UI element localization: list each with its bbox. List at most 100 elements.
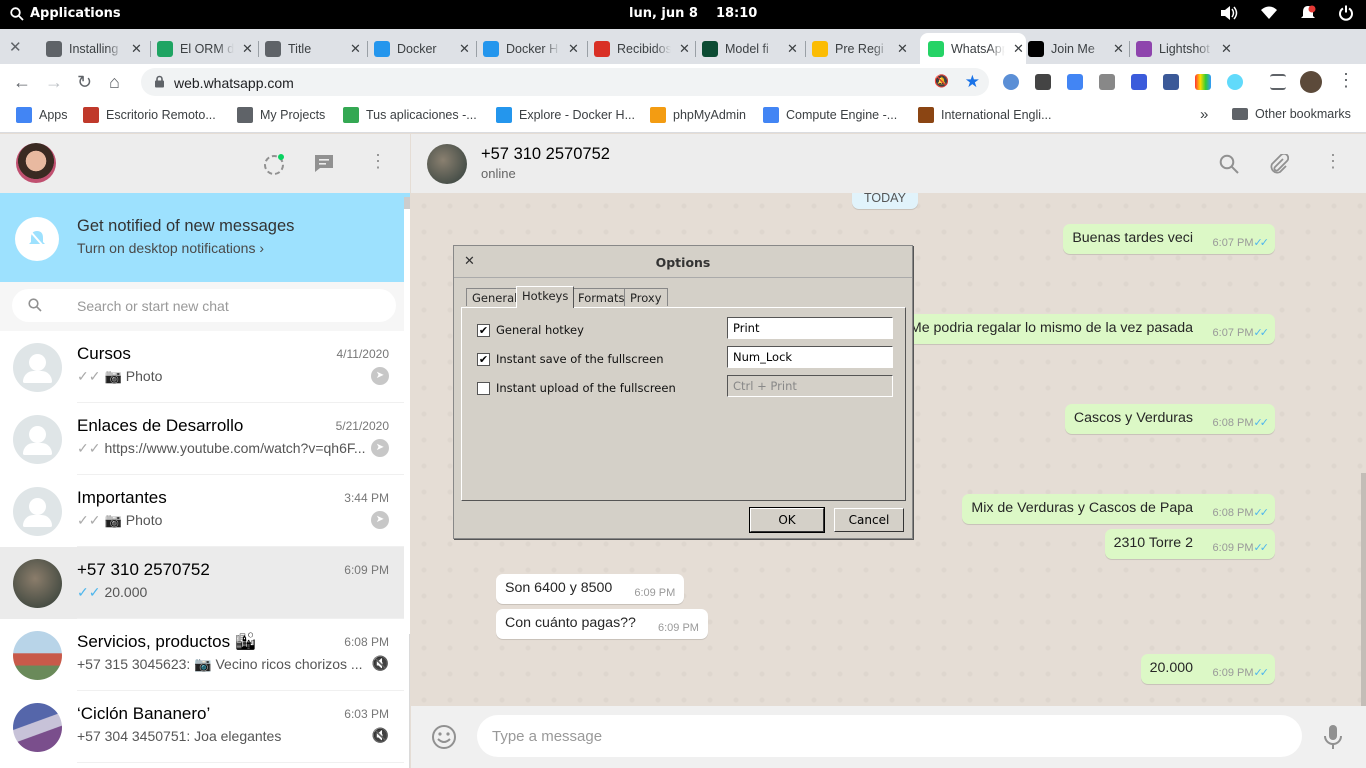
- close-icon[interactable]: ✕: [242, 41, 253, 57]
- close-icon[interactable]: ✕: [568, 41, 579, 57]
- wifi-icon[interactable]: [1260, 6, 1278, 20]
- notification-banner[interactable]: Get notified of new messages Turn on des…: [0, 193, 410, 282]
- tab-installing[interactable]: Installing ✕: [46, 33, 152, 64]
- incoming-message[interactable]: Con cuánto pagas?? 6:09 PM: [496, 609, 708, 639]
- incoming-message[interactable]: Son 6400 y 8500 6:09 PM: [496, 574, 685, 604]
- chat-list-item[interactable]: ‘Ciclón Bananero’ 6:03 PM +57 304 3450751:…: [0, 691, 404, 763]
- status-icon[interactable]: [262, 153, 286, 180]
- tab-proxy[interactable]: Proxy: [624, 288, 668, 306]
- chat-list-item[interactable]: +57 310 2570752 6:09 PM ✓✓ 20.000: [0, 547, 404, 619]
- search-input[interactable]: [77, 295, 377, 317]
- bookmark-phpmyadmin[interactable]: phpMyAdmin: [650, 107, 746, 123]
- avatar[interactable]: [427, 144, 467, 184]
- tab-whatsapp[interactable]: WhatsApp ✕: [920, 33, 1026, 64]
- bookmark-tus-aplicaciones[interactable]: Tus aplicaciones -...: [343, 107, 477, 123]
- bookmark-explore-docker-h[interactable]: Explore - Docker H...: [496, 107, 635, 123]
- hotkey-field[interactable]: Print: [727, 317, 893, 339]
- bookmark-my-projects[interactable]: My Projects: [237, 107, 325, 123]
- bookmark-international-engli[interactable]: International Engli...: [918, 107, 1052, 123]
- power-icon[interactable]: [1338, 5, 1354, 21]
- notification-bell-icon[interactable]: [1300, 5, 1316, 21]
- avatar[interactable]: [16, 143, 56, 183]
- bookmark-star-icon[interactable]: ★: [965, 72, 980, 92]
- clock[interactable]: lun, jun 8 18:10: [629, 6, 775, 21]
- extension-icon[interactable]: [1131, 74, 1147, 90]
- outgoing-message[interactable]: Cascos y Verduras 6:08 PM: [1064, 404, 1275, 434]
- close-icon[interactable]: ✕: [787, 41, 798, 57]
- bookmark-compute-engine[interactable]: Compute Engine -...: [763, 107, 897, 123]
- attach-icon[interactable]: [1269, 152, 1290, 177]
- avatar[interactable]: [1300, 71, 1322, 93]
- dialog-titlebar[interactable]: ✕ Options: [454, 246, 912, 278]
- close-icon[interactable]: ✕: [9, 38, 22, 56]
- ok-button[interactable]: OK: [749, 507, 825, 533]
- chat-list-scrollbar[interactable]: [404, 197, 410, 634]
- facebook-icon[interactable]: [1163, 74, 1179, 90]
- tab-general[interactable]: General: [466, 288, 524, 306]
- back-button[interactable]: ←: [13, 72, 31, 93]
- emoji-icon[interactable]: [431, 724, 457, 753]
- close-icon[interactable]: ✕: [679, 41, 690, 57]
- translate-icon[interactable]: [1067, 74, 1083, 90]
- hotkey-checkbox[interactable]: ✔: [477, 352, 490, 366]
- chat-list-item[interactable]: Enlaces de Desarrollo 5/21/2020 ✓✓ https://…: [0, 403, 404, 475]
- scrollbar-thumb[interactable]: [404, 197, 410, 209]
- tab-lightshot[interactable]: Lightshot ✕: [1136, 33, 1242, 64]
- tab-title[interactable]: Title ✕: [265, 33, 371, 64]
- tab-pre-regi[interactable]: Pre Regi ✕: [812, 33, 918, 64]
- tab-formats[interactable]: Formats: [572, 288, 631, 306]
- outgoing-message[interactable]: Mix de Verduras y Cascos de Papa 6:08 PM: [962, 494, 1275, 524]
- close-icon[interactable]: ✕: [350, 41, 361, 57]
- close-icon[interactable]: ✕: [897, 41, 908, 57]
- hotkey-checkbox[interactable]: [477, 381, 490, 395]
- tab-recibidos[interactable]: Recibidos ✕: [594, 33, 700, 64]
- react-devtools-icon[interactable]: [1227, 74, 1243, 90]
- close-icon[interactable]: ✕: [459, 41, 470, 57]
- message-input[interactable]: [492, 725, 1272, 747]
- chat-list-item[interactable]: Importantes 3:44 PM ✓✓ 📷 Photo ➤: [0, 475, 404, 547]
- home-button[interactable]: ⌂: [109, 72, 120, 93]
- blocked-notifications-icon[interactable]: 🔕: [934, 74, 949, 88]
- chat-list-item[interactable]: Servicios, productos 🏙 6:08 PM +57 315 304…: [0, 619, 404, 691]
- extension-icon[interactable]: [1003, 74, 1019, 90]
- tab-join-me[interactable]: Join Me ✕: [1028, 33, 1134, 64]
- close-icon[interactable]: ✕: [1013, 41, 1024, 57]
- outgoing-message[interactable]: 2310 Torre 2 6:09 PM: [1104, 529, 1275, 559]
- microphone-icon[interactable]: [1323, 724, 1343, 753]
- cancel-button[interactable]: Cancel: [834, 508, 904, 532]
- menu-icon[interactable]: ⋮: [369, 151, 387, 172]
- tab-hotkeys[interactable]: Hotkeys: [516, 286, 575, 308]
- color-picker-icon[interactable]: [1195, 74, 1211, 90]
- browser-menu-icon[interactable]: ⋮: [1337, 70, 1355, 91]
- enable-notifications-link[interactable]: Turn on desktop notifications ›: [77, 240, 264, 256]
- volume-icon[interactable]: [1220, 5, 1238, 21]
- lock-icon[interactable]: [154, 75, 165, 91]
- tab-model-fi[interactable]: Model fi ✕: [702, 33, 808, 64]
- chat-list-item[interactable]: Cursos 4/11/2020 ✓✓ 📷 Photo ➤: [0, 331, 404, 403]
- outgoing-message[interactable]: 20.000 6:09 PM: [1140, 654, 1275, 684]
- hotkey-checkbox[interactable]: ✔: [477, 323, 490, 337]
- other-bookmarks-folder[interactable]: Other bookmarks: [1232, 107, 1351, 121]
- media-control-icon[interactable]: [1270, 74, 1286, 90]
- new-chat-icon[interactable]: [313, 153, 335, 176]
- search-icon[interactable]: [28, 298, 42, 315]
- applications-menu[interactable]: Applications: [10, 6, 121, 21]
- close-icon[interactable]: ✕: [131, 41, 142, 57]
- messages-scrollbar[interactable]: [1361, 473, 1366, 706]
- forward-button[interactable]: →: [45, 72, 63, 93]
- outgoing-message[interactable]: Me podria regalar lo mismo de la vez pas…: [900, 314, 1275, 344]
- tab-el-orm-de[interactable]: El ORM de ✕: [157, 33, 263, 64]
- reload-button[interactable]: ↻: [77, 72, 92, 93]
- address-bar[interactable]: web.whatsapp.com 🔕 ★: [141, 68, 989, 96]
- extension-icon[interactable]: [1035, 74, 1051, 90]
- close-icon[interactable]: ✕: [1221, 41, 1232, 57]
- bookmark-escritorio-remoto[interactable]: Escritorio Remoto...: [83, 107, 216, 123]
- tab-docker-h[interactable]: Docker H ✕: [483, 33, 589, 64]
- search-icon[interactable]: [1219, 154, 1239, 177]
- hotkey-field[interactable]: Num_Lock: [727, 346, 893, 368]
- bookmark-apps[interactable]: Apps: [16, 107, 68, 123]
- conversation-header[interactable]: +57 310 2570752 online ⋮: [411, 134, 1366, 193]
- more-bookmarks-icon[interactable]: »: [1200, 106, 1208, 123]
- tab-docker[interactable]: Docker ✕: [374, 33, 480, 64]
- outgoing-message[interactable]: Buenas tardes veci 6:07 PM: [1063, 224, 1275, 254]
